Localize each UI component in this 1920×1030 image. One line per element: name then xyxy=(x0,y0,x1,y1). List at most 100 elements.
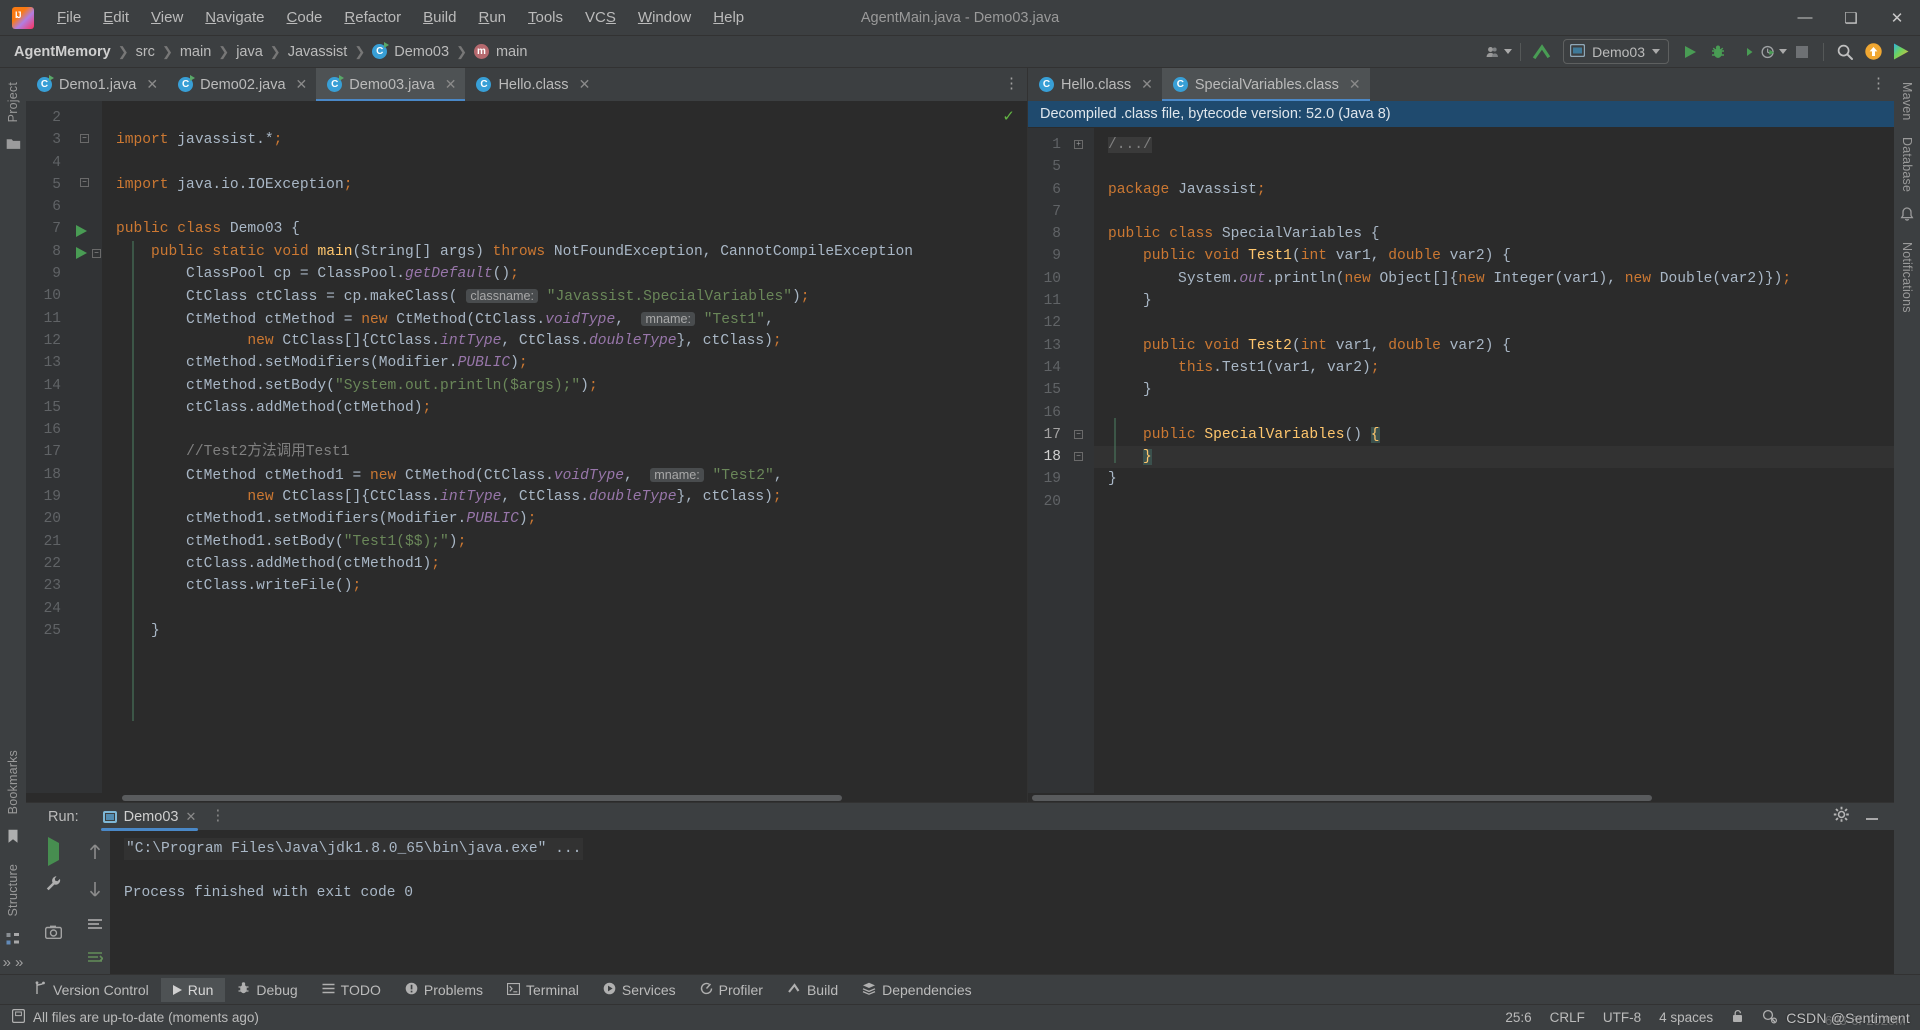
left-gutter-markers[interactable]: − − − xyxy=(68,107,102,793)
fold-icon[interactable]: − xyxy=(80,178,89,187)
sidebar-item-project[interactable]: Project xyxy=(6,74,20,130)
build-arrow-icon[interactable] xyxy=(1529,40,1555,64)
menu-run[interactable]: Run xyxy=(467,5,517,30)
breadcrumb-main[interactable]: main xyxy=(180,44,211,60)
tool-button-run[interactable]: Run xyxy=(160,977,226,1002)
fold-icon[interactable]: − xyxy=(80,134,89,143)
tool-button-todo[interactable]: TODO xyxy=(310,978,393,1002)
more-rail-icon-2[interactable]: » xyxy=(15,955,23,969)
sidebar-item-structure[interactable]: Structure xyxy=(6,856,20,925)
breadcrumb-src[interactable]: src xyxy=(136,44,155,60)
tool-button-services[interactable]: Services xyxy=(591,978,688,1002)
tool-button-problems[interactable]: Problems xyxy=(393,978,495,1002)
tool-button-dependencies[interactable]: Dependencies xyxy=(850,978,984,1002)
menu-navigate[interactable]: Navigate xyxy=(194,5,275,30)
menu-edit[interactable]: Edit xyxy=(92,5,140,30)
run-method-gutter-icon[interactable] xyxy=(76,247,87,259)
run-configuration-selector[interactable]: Demo03 xyxy=(1563,39,1669,64)
more-options-icon[interactable]: ⋮ xyxy=(1004,77,1019,91)
wrench-icon[interactable] xyxy=(45,875,62,897)
notifications-bell-icon[interactable] xyxy=(1900,207,1914,227)
tab-demo02-java[interactable]: C Demo02.java ✕ xyxy=(167,68,316,101)
wrap-text-icon[interactable] xyxy=(87,917,103,936)
scroll-to-end-icon[interactable] xyxy=(87,950,104,971)
menu-window[interactable]: Window xyxy=(627,5,702,30)
inspection-settings-icon[interactable] xyxy=(1762,1009,1778,1027)
sidebar-item-bookmarks[interactable]: Bookmarks xyxy=(6,742,20,822)
tab-close-icon[interactable]: ✕ xyxy=(1349,76,1361,93)
minimize-button[interactable]: — xyxy=(1782,0,1828,36)
run-with-coverage-button[interactable] xyxy=(1733,40,1759,64)
update-project-button[interactable] xyxy=(1860,40,1886,64)
right-code-area[interactable]: 1567 8 9 10 11 12 13 14 15 16 17 18 19 20 + xyxy=(1028,128,1894,793)
right-gutter[interactable]: 1567 8 9 10 11 12 13 14 15 16 17 18 19 20 + xyxy=(1028,128,1094,793)
menu-refactor[interactable]: Refactor xyxy=(333,5,412,30)
structure-icon[interactable] xyxy=(6,932,20,951)
line-separator[interactable]: CRLF xyxy=(1550,1010,1585,1025)
close-button[interactable]: ✕ xyxy=(1874,0,1920,36)
console-output[interactable]: "C:\Program Files\Java\jdk1.8.0_65\bin\j… xyxy=(110,830,1894,974)
tab-hello-class[interactable]: C Hello.class ✕ xyxy=(465,68,599,101)
more-rail-icon[interactable]: » xyxy=(3,955,11,969)
right-horizontal-scrollbar[interactable] xyxy=(1028,793,1894,802)
rerun-icon[interactable] xyxy=(47,837,59,866)
file-encoding[interactable]: UTF-8 xyxy=(1603,1010,1641,1025)
tab-hello-class-right[interactable]: C Hello.class ✕ xyxy=(1028,68,1162,101)
more-options-icon[interactable]: ⋮ xyxy=(1871,77,1886,91)
fold-icon[interactable]: − xyxy=(1074,452,1083,461)
tab-demo03-java[interactable]: C Demo03.java ✕ xyxy=(316,68,466,101)
folder-icon[interactable] xyxy=(6,137,21,155)
left-tabs-overflow[interactable]: ⋮ xyxy=(1004,68,1027,101)
menu-help[interactable]: Help xyxy=(702,5,755,30)
left-code-text[interactable]: import javassist.*; import java.io.IOExc… xyxy=(102,101,1027,793)
breadcrumb-demo03[interactable]: C Demo03 xyxy=(372,42,449,60)
tool-button-build[interactable]: Build xyxy=(775,978,850,1002)
right-gutter-markers[interactable]: + − − xyxy=(1068,134,1094,793)
left-code-area[interactable]: ✓ 2345 6789 10 11 12 13 14 15 16 17 18 19 20 21 2… xyxy=(26,101,1027,793)
search-everywhere-button[interactable] xyxy=(1832,40,1858,64)
maximize-button[interactable]: ❑ xyxy=(1828,0,1874,36)
tab-close-icon[interactable]: ✕ xyxy=(146,76,158,93)
tab-close-icon[interactable]: ✕ xyxy=(296,76,308,93)
menu-build[interactable]: Build xyxy=(412,5,467,30)
menu-file[interactable]: File xyxy=(46,5,92,30)
user-account-icon[interactable] xyxy=(1486,40,1513,64)
unlock-icon[interactable] xyxy=(1731,1009,1744,1026)
debug-button[interactable] xyxy=(1705,40,1731,64)
run-tab-close-icon[interactable]: ✕ xyxy=(185,809,196,825)
breadcrumb-agentmemory[interactable]: AgentMemory xyxy=(14,44,111,60)
tool-button-profiler[interactable]: Profiler xyxy=(688,978,775,1002)
menu-tools[interactable]: Tools xyxy=(517,5,574,30)
fold-icon[interactable]: − xyxy=(92,249,101,258)
tab-close-icon[interactable]: ✕ xyxy=(579,76,591,93)
tab-demo1-java[interactable]: C Demo1.java ✕ xyxy=(26,68,167,101)
run-button[interactable] xyxy=(1677,40,1703,64)
sidebar-item-maven[interactable]: Maven xyxy=(1900,74,1914,129)
menu-code[interactable]: Code xyxy=(276,5,334,30)
minimize-icon[interactable] xyxy=(1864,807,1880,827)
run-class-gutter-icon[interactable] xyxy=(76,225,87,237)
sidebar-item-database[interactable]: Database xyxy=(1900,129,1914,200)
indent-setting[interactable]: 4 spaces xyxy=(1659,1010,1713,1025)
menu-view[interactable]: View xyxy=(140,5,194,30)
breadcrumb-main-method[interactable]: m main xyxy=(473,44,527,60)
camera-icon[interactable] xyxy=(44,925,62,944)
tab-close-icon[interactable]: ✕ xyxy=(445,76,457,93)
bookmarks-icon[interactable] xyxy=(7,829,19,849)
tab-specialvariables-class[interactable]: C SpecialVariables.class ✕ xyxy=(1161,68,1370,101)
down-arrow-icon[interactable] xyxy=(88,880,102,903)
stop-button[interactable] xyxy=(1789,40,1815,64)
breadcrumb-java[interactable]: java xyxy=(236,44,263,60)
run-tab-demo03[interactable]: Demo03 ✕ xyxy=(95,806,205,831)
left-horizontal-scrollbar[interactable] xyxy=(26,793,1027,802)
right-code-text[interactable]: /.../ package Javassist; public class Sp… xyxy=(1094,128,1894,793)
breadcrumb-javassist[interactable]: Javassist xyxy=(288,44,348,60)
left-gutter[interactable]: 2345 6789 10 11 12 13 14 15 16 17 18 19 20 21 22 2… xyxy=(26,101,102,793)
tool-button-debug[interactable]: Debug xyxy=(225,977,309,1002)
sidebar-item-notifications[interactable]: Notifications xyxy=(1900,234,1914,321)
tool-button-version-control[interactable]: Version Control xyxy=(22,977,161,1002)
tab-close-icon[interactable]: ✕ xyxy=(1141,76,1153,93)
more-options-icon[interactable]: ⋮ xyxy=(210,809,225,823)
up-arrow-icon[interactable] xyxy=(88,843,102,866)
right-tabs-overflow[interactable]: ⋮ xyxy=(1871,68,1894,101)
